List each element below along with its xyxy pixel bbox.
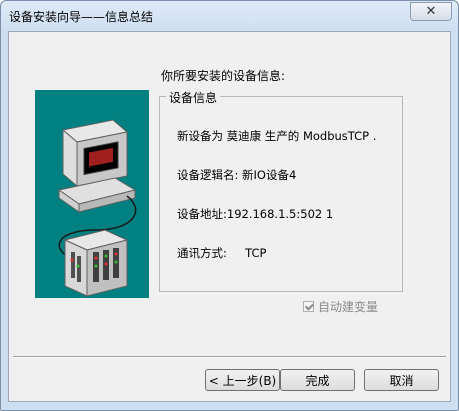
wizard-body: 你所要安装的设备信息: 设备信息 新设备为 莫迪康 生产的 ModbusTCP …	[8, 31, 451, 402]
info-line-address: 设备地址:192.168.1.5:502 1	[177, 207, 334, 221]
title-bar[interactable]: 设备安装向导——信息总结 ✕	[1, 1, 458, 31]
computer-and-io-device-icon	[35, 90, 149, 298]
device-info-group: 设备信息 新设备为 莫迪康 生产的 ModbusTCP . 设备逻辑名: 新IO…	[159, 89, 403, 292]
back-button[interactable]: < 上一步(B)	[205, 369, 280, 391]
checkbox-box[interactable]	[303, 301, 314, 312]
wizard-window: 设备安装向导——信息总结 ✕ 你所要安装的设备信息: 设备信息 新设备为 莫迪康…	[0, 0, 459, 411]
page-heading: 你所要安装的设备信息:	[161, 69, 286, 83]
info-line-comm-mode: 通讯方式: TCP	[177, 246, 267, 260]
finish-button[interactable]: 完成	[280, 369, 355, 391]
info-line-logical-name: 设备逻辑名: 新IO设备4	[177, 168, 297, 182]
auto-variable-label: 自动建变量	[318, 300, 379, 314]
info-line-manufacturer: 新设备为 莫迪康 生产的 ModbusTCP .	[177, 129, 377, 143]
close-icon: ✕	[425, 4, 437, 19]
divider	[13, 356, 446, 358]
window-title: 设备安装向导——信息总结	[9, 10, 154, 24]
group-title: 设备信息	[166, 89, 221, 106]
close-button[interactable]: ✕	[410, 2, 452, 21]
cancel-button[interactable]: 取消	[364, 369, 439, 391]
auto-variable-checkbox[interactable]: 自动建变量	[303, 298, 378, 315]
